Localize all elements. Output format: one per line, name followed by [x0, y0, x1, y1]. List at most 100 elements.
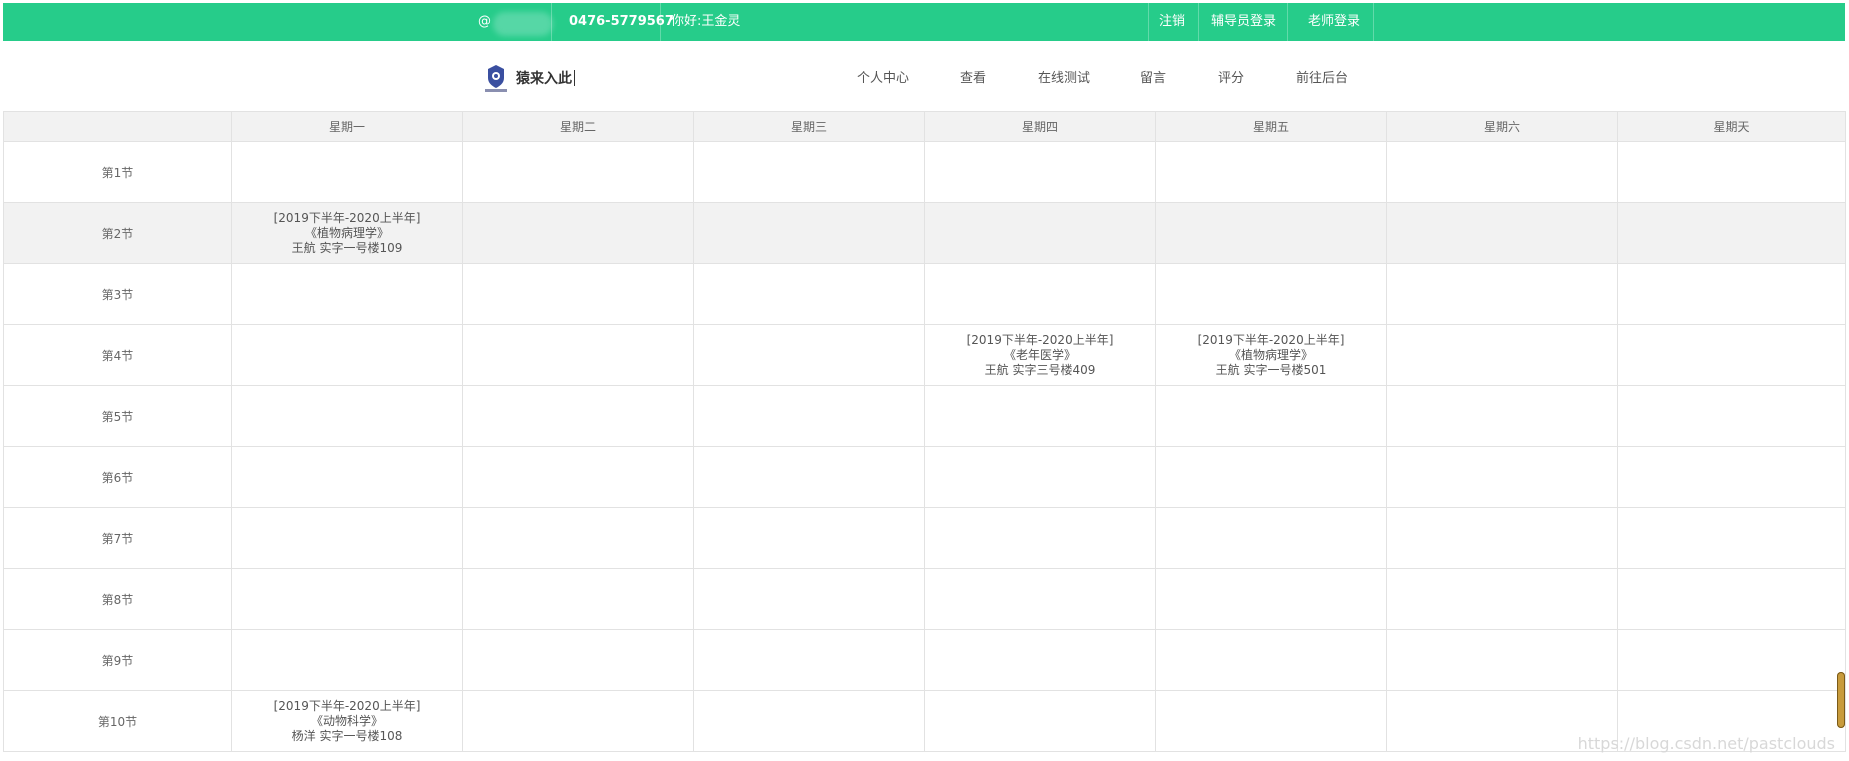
empty-cell: [924, 202, 1156, 264]
table-row: 第6节: [3, 446, 1846, 508]
counselor-login-link[interactable]: 辅导员登录: [1211, 3, 1276, 41]
table-row: 第4节 [2019下半年-2020上半年] 《老年医学》 王航 实字三号楼409 [20…: [3, 324, 1846, 386]
day-header: 星期三: [693, 111, 925, 142]
empty-cell: [1386, 446, 1618, 508]
empty-cell: [1155, 202, 1387, 264]
nav-message[interactable]: 留言: [1140, 67, 1166, 86]
empty-cell: [693, 568, 925, 630]
logo[interactable]: 猿来入此: [482, 61, 575, 95]
table-row: 第10节 [2019下半年-2020上半年] 《动物科学》 杨洋 实字一号楼108: [3, 690, 1846, 752]
empty-cell: [231, 629, 463, 691]
day-header: 星期二: [462, 111, 694, 142]
empty-cell: [693, 141, 925, 203]
empty-cell: [1155, 507, 1387, 569]
table-row: 第8节: [3, 568, 1846, 630]
empty-cell: [231, 507, 463, 569]
table-row: 第7节: [3, 507, 1846, 569]
empty-cell: [231, 568, 463, 630]
empty-cell: [1155, 446, 1387, 508]
empty-cell: [462, 568, 694, 630]
empty-cell: [924, 507, 1156, 569]
course-name: 《老年医学》: [1003, 347, 1076, 362]
blurred-account: [493, 12, 553, 36]
empty-cell: [924, 568, 1156, 630]
timetable: 星期一 星期二 星期三 星期四 星期五 星期六 星期天 第1节 第2节 [2019下…: [3, 111, 1846, 752]
table-row: 第2节 [2019下半年-2020上半年] 《植物病理学》 王航 实字一号楼109: [3, 202, 1846, 264]
empty-cell: [693, 446, 925, 508]
course-term: [2019下半年-2020上半年]: [1197, 332, 1345, 347]
course-term: [2019下半年-2020上半年]: [273, 698, 421, 713]
nav-online-test[interactable]: 在线测试: [1038, 67, 1090, 86]
text-caret: [574, 70, 575, 86]
course-term: [2019下半年-2020上半年]: [966, 332, 1114, 347]
period-label: 第7节: [3, 507, 232, 569]
empty-cell: [924, 141, 1156, 203]
empty-cell: [1617, 263, 1846, 325]
empty-cell: [693, 324, 925, 386]
period-label: 第2节: [3, 202, 232, 264]
empty-cell: [1386, 385, 1618, 447]
empty-cell: [1617, 446, 1846, 508]
empty-cell: [1386, 202, 1618, 264]
empty-cell: [1617, 141, 1846, 203]
course-cell: [2019下半年-2020上半年] 《动物科学》 杨洋 实字一号楼108: [231, 690, 463, 752]
empty-cell: [462, 507, 694, 569]
empty-cell: [924, 690, 1156, 752]
empty-cell: [462, 690, 694, 752]
divider: [660, 3, 661, 41]
watermark: https://blog.csdn.net/pastclouds: [1577, 734, 1835, 753]
empty-cell: [924, 629, 1156, 691]
course-cell: [2019下半年-2020上半年] 《植物病理学》 王航 实字一号楼501: [1155, 324, 1387, 386]
course-term: [2019下半年-2020上半年]: [273, 210, 421, 225]
empty-cell: [462, 263, 694, 325]
empty-cell: [1386, 141, 1618, 203]
empty-cell: [1386, 263, 1618, 325]
period-label: 第10节: [3, 690, 232, 752]
nav-backend[interactable]: 前往后台: [1296, 67, 1348, 86]
corner-cell: [3, 111, 232, 142]
course-teacher-room: 王航 实字三号楼409: [984, 362, 1096, 377]
day-header: 星期五: [1155, 111, 1387, 142]
period-label: 第1节: [3, 141, 232, 203]
divider: [1373, 3, 1374, 41]
empty-cell: [231, 263, 463, 325]
empty-cell: [231, 446, 463, 508]
empty-cell: [1617, 324, 1846, 386]
teacher-login-link[interactable]: 老师登录: [1308, 3, 1360, 41]
empty-cell: [1617, 385, 1846, 447]
empty-cell: [924, 385, 1156, 447]
at-symbol: @: [478, 14, 491, 29]
course-cell: [2019下半年-2020上半年] 《植物病理学》 王航 实字一号楼109: [231, 202, 463, 264]
period-label: 第8节: [3, 568, 232, 630]
timetable-header-row: 星期一 星期二 星期三 星期四 星期五 星期六 星期天: [3, 111, 1846, 142]
empty-cell: [924, 263, 1156, 325]
greeting: 你好:王金灵: [671, 14, 741, 29]
empty-cell: [693, 507, 925, 569]
empty-cell: [693, 629, 925, 691]
logout-link[interactable]: 注销: [1159, 3, 1185, 41]
empty-cell: [231, 385, 463, 447]
period-label: 第4节: [3, 324, 232, 386]
table-row: 第3节: [3, 263, 1846, 325]
timetable-body: 第1节 第2节 [2019下半年-2020上半年] 《植物病理学》 王航 实字一号楼10…: [3, 141, 1846, 752]
day-header: 星期四: [924, 111, 1156, 142]
empty-cell: [231, 324, 463, 386]
nav-rating[interactable]: 评分: [1218, 67, 1244, 86]
scrollbar-thumb[interactable]: [1837, 672, 1845, 728]
empty-cell: [693, 263, 925, 325]
course-name: 《植物病理学》: [1228, 347, 1313, 362]
app-root: @ 0476-5779567 你好:王金灵 注销 辅导员登录 老师登录 猿来入此: [0, 0, 1849, 761]
period-label: 第6节: [3, 446, 232, 508]
empty-cell: [462, 202, 694, 264]
empty-cell: [1617, 507, 1846, 569]
day-header: 星期六: [1386, 111, 1618, 142]
empty-cell: [1386, 629, 1618, 691]
period-label: 第5节: [3, 385, 232, 447]
course-teacher-room: 王航 实字一号楼501: [1215, 362, 1327, 377]
empty-cell: [462, 324, 694, 386]
nav-view[interactable]: 查看: [960, 67, 986, 86]
empty-cell: [1386, 568, 1618, 630]
nav-personal-center[interactable]: 个人中心: [857, 67, 909, 86]
table-row: 第9节: [3, 629, 1846, 691]
divider: [551, 3, 552, 41]
